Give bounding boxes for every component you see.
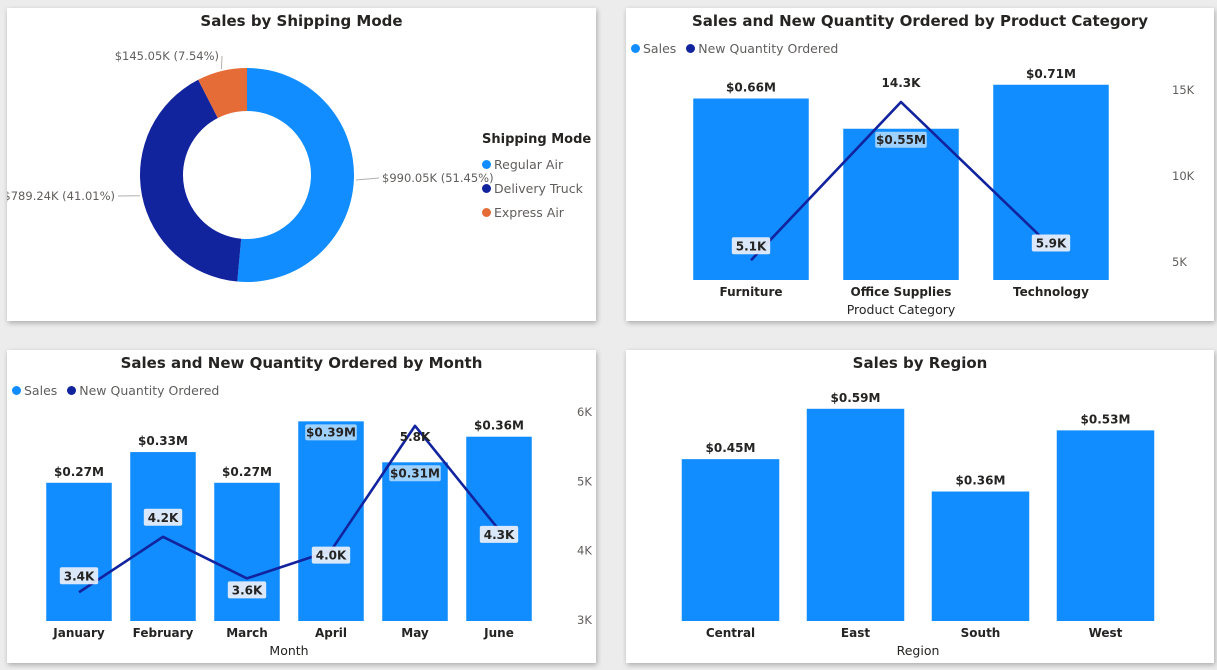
x-axis-title: Product Category [847,302,956,317]
bar-east [806,408,905,621]
y2-tick-label: 3K [577,613,592,627]
bar-data-label: $0.39M [306,425,356,439]
x-tick-label: April [315,626,347,640]
x-tick-label: March [226,626,268,640]
line-data-label: 3.4K [64,569,95,583]
legend-dot [482,159,491,169]
bar-west [1056,430,1155,621]
donut-leader-line [355,177,380,181]
bar-south [931,491,1030,621]
line-data-label: 14.3K [882,76,922,90]
bar-data-label: $0.36M [474,419,524,433]
line-data-label: 5.1K [736,239,767,253]
region-bar-svg: Central East South West Region $0.45M $0.59M $0… [681,391,1155,658]
bar-data-label: $0.66M [726,81,776,95]
bar-data-label: $0.59M [831,391,881,405]
bar-data-label: $0.27M [54,465,104,479]
x-tick-label: West [1089,626,1123,640]
donut-slice-regular-air [237,68,354,283]
shipping-mode-chart-panel[interactable]: Sales by Shipping Mode $990.05K (51.45%)… [7,8,596,321]
line-data-label: 3.6K [232,583,263,597]
legend-item-delivery-truck[interactable]: Delivery Truck [482,176,591,200]
x-tick-label: June [483,626,514,640]
y2-tick-label: 10K [1172,169,1195,183]
month-chart-panel[interactable]: Sales and New Quantity Ordered by Month … [7,350,596,663]
x-tick-label: February [133,626,194,640]
bar-january [46,482,112,621]
region-chart-panel[interactable]: Sales by Region Central East South West Regi… [626,350,1214,663]
bar-central [681,459,780,621]
legend-dot [482,183,491,193]
bar-march [214,482,280,621]
bar-data-label: $0.53M [1081,412,1131,426]
x-tick-label: Office Supplies [851,285,952,299]
bar-may [382,462,448,621]
y2-tick-label: 5K [577,474,592,488]
shipping-legend-title: Shipping Mode [482,132,592,147]
line-data-label: 4.2K [148,511,179,525]
category-chart-panel[interactable]: Sales and New Quantity Ordered by Produc… [626,8,1214,321]
donut-data-label: $789.24K (41.01%) [7,189,115,203]
x-tick-label: Technology [1013,285,1089,299]
x-tick-label: South [961,626,1001,640]
legend-label: Express Air [494,204,564,220]
bar-data-label: $0.55M [876,133,926,147]
legend-label: Regular Air [494,156,564,172]
donut-data-label: $990.05K (51.45%) [382,171,494,185]
line-data-label: 5.9K [1036,237,1067,251]
bar-data-label: $0.31M [390,466,440,480]
line-data-label: 4.3K [484,528,515,542]
x-tick-label: January [52,626,105,640]
bar-april [298,421,364,621]
bar-data-label: $0.45M [706,441,756,455]
month-combo-svg: January February March April May June Month $0.… [46,405,592,658]
bar-data-label: $0.71M [1026,67,1076,81]
donut-leader-line [220,55,223,70]
x-tick-label: East [841,626,870,640]
bar-data-label: $0.33M [138,434,188,448]
legend-label: Delivery Truck [494,180,583,196]
bar-data-label: $0.27M [222,465,272,479]
shipping-mode-legend: Shipping Mode Regular Air Delivery Truck… [482,132,591,224]
x-tick-label: Central [706,626,755,640]
legend-item-express-air[interactable]: Express Air [482,200,591,224]
y2-tick-label: 5K [1172,255,1187,269]
x-tick-label: May [401,626,429,640]
bar-office-supplies [843,128,959,280]
category-combo-svg: Furniture Office Supplies Technology Produc… [693,67,1195,317]
y2-tick-label: 15K [1172,83,1195,97]
line-data-label: 5.8K [400,430,431,444]
line-data-label: 4.0K [316,549,347,563]
legend-item-regular-air[interactable]: Regular Air [482,152,591,176]
y2-tick-label: 4K [577,544,592,558]
x-axis-title: Month [269,643,308,658]
bar-data-label: $0.36M [956,474,1006,488]
x-axis-title: Region [897,643,940,658]
legend-dot [482,207,491,217]
donut-data-label: $145.05K (7.54%) [115,49,219,63]
x-tick-label: Furniture [719,285,782,299]
y2-tick-label: 6K [577,405,592,419]
